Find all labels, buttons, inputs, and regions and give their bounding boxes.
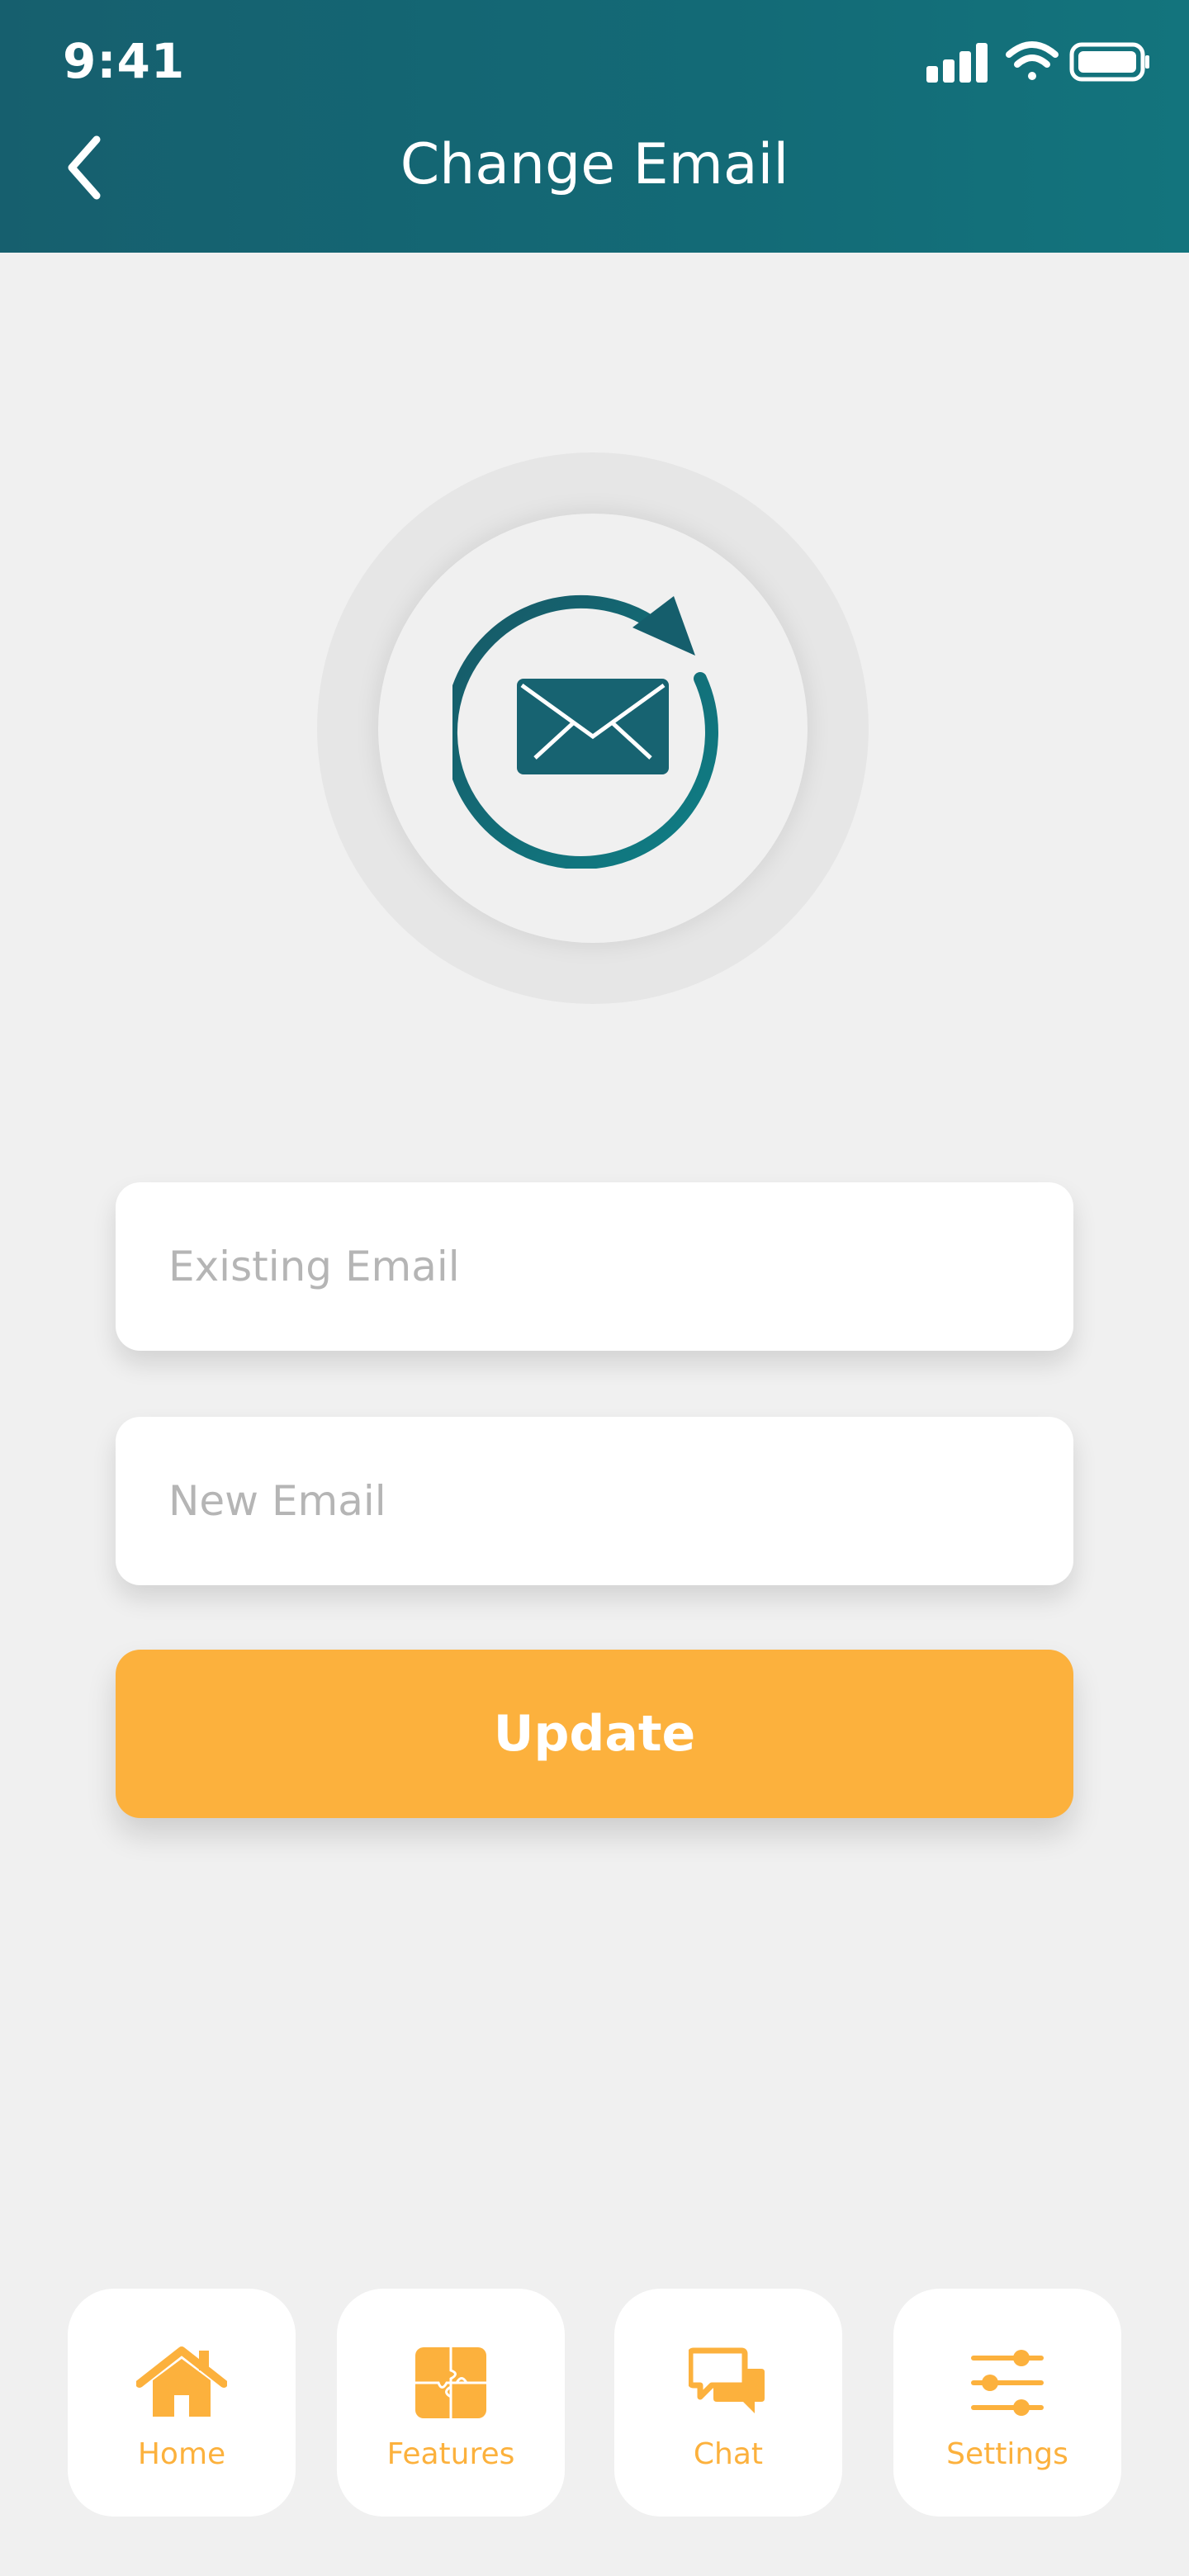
hero-icon-circle [378, 514, 808, 943]
wifi-icon [1006, 41, 1059, 80]
existing-email-input[interactable] [116, 1182, 1073, 1351]
page-title: Change Email [400, 132, 789, 197]
puzzle-icon [415, 2347, 486, 2418]
new-email-input[interactable] [116, 1417, 1073, 1585]
nav-label-home: Home [137, 2437, 226, 2471]
header-bar: 9:41 Change Email [0, 0, 1189, 253]
new-email-field-container [116, 1417, 1073, 1585]
status-icons [926, 41, 1149, 83]
update-button[interactable]: Update [116, 1650, 1073, 1818]
email-refresh-icon [452, 595, 718, 869]
signal-icon [926, 43, 988, 83]
nav-item-home[interactable]: Home [68, 2289, 296, 2517]
sliders-icon [971, 2350, 1044, 2416]
hero-icon-ring [317, 452, 869, 1004]
existing-email-field-container [116, 1182, 1073, 1351]
nav-item-settings[interactable]: Settings [893, 2289, 1121, 2517]
nav-label-chat: Chat [693, 2437, 764, 2471]
battery-icon [1069, 42, 1149, 82]
nav-label-settings: Settings [946, 2437, 1068, 2471]
status-time: 9:41 [63, 33, 186, 89]
home-icon [136, 2346, 227, 2417]
chat-icon [689, 2347, 765, 2413]
nav-item-chat[interactable]: Chat [614, 2289, 842, 2517]
nav-item-features[interactable]: Features [337, 2289, 565, 2517]
nav-label-features: Features [386, 2437, 515, 2471]
